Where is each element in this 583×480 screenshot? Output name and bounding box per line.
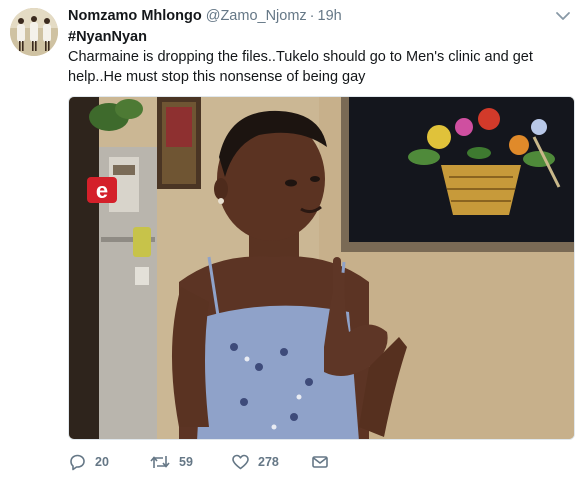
reply-icon	[68, 453, 87, 471]
retweet-icon	[149, 453, 171, 471]
tweet-actions: 20 59 278	[68, 452, 548, 472]
channel-logo: e	[96, 178, 108, 203]
tweet-image[interactable]: e	[68, 96, 575, 440]
tweet-header: Nomzamo Mhlongo @Zamo_Njomz · 19h	[68, 7, 543, 25]
tweet-body-line-1: Charmaine is dropping the files..Tukelo …	[68, 49, 533, 65]
timestamp[interactable]: 19h	[318, 8, 342, 24]
retweet-count: 59	[179, 455, 193, 469]
heart-icon	[231, 453, 250, 471]
author-name[interactable]: Nomzamo Mhlongo	[68, 8, 202, 24]
tweet-card[interactable]: Nomzamo Mhlongo @Zamo_Njomz · 19h #NyanNyan…	[0, 0, 583, 480]
tweet-body-line-2: help..He must stop this nonsense of bein…	[68, 69, 366, 85]
avatar[interactable]	[10, 8, 58, 56]
tweet-text: #NyanNyan Charmaine is dropping the file…	[68, 27, 548, 87]
reply-count: 20	[95, 455, 109, 469]
like-count: 278	[258, 455, 279, 469]
retweet-button[interactable]: 59	[149, 452, 193, 472]
envelope-icon	[311, 454, 329, 470]
direct-message-button[interactable]	[311, 452, 329, 472]
like-button[interactable]: 278	[231, 452, 279, 472]
author-handle[interactable]: @Zamo_Njomz	[206, 8, 307, 24]
chevron-down-icon[interactable]	[555, 9, 571, 21]
separator: ·	[309, 8, 315, 24]
hashtag-link[interactable]: #NyanNyan	[68, 29, 147, 45]
reply-button[interactable]: 20	[68, 452, 109, 472]
